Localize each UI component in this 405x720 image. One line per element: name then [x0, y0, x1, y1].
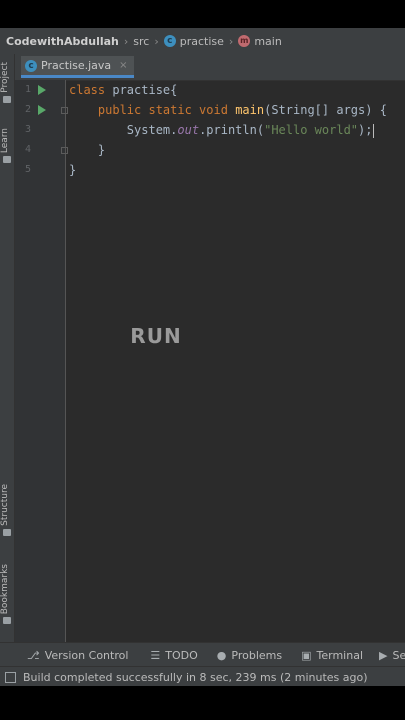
java-class-icon: c	[163, 35, 176, 47]
run-overlay-caption: RUN	[130, 324, 182, 348]
identifier-token: practise{	[105, 83, 178, 97]
tool-todo-label: TODO	[165, 648, 198, 662]
tool-services[interactable]: ▶ Services	[379, 649, 405, 662]
editor-gutter: 1 2 3 4 5	[15, 80, 68, 668]
breadcrumb-project[interactable]: CodewithAbdullah	[6, 35, 119, 48]
code-line-3: System.out.println("Hello world");	[69, 120, 375, 140]
editor-tab-label: Practise.java	[41, 59, 112, 72]
line-number: 1	[24, 84, 31, 95]
close-icon[interactable]: ×	[119, 60, 127, 71]
line-number: 4	[24, 144, 31, 155]
breadcrumb-src[interactable]: src	[133, 35, 149, 48]
tool-problems[interactable]: ● Problems	[217, 649, 282, 662]
breadcrumb-method[interactable]: m main	[238, 34, 282, 48]
breadcrumb-separator: ›	[123, 34, 129, 48]
breadcrumb: CodewithAbdullah › src › c practise › m …	[0, 28, 405, 54]
info-icon: ●	[216, 648, 227, 662]
tool-version-control[interactable]: ⎇ Version Control	[27, 649, 128, 662]
tool-tab-project-label: Project	[0, 62, 10, 93]
learn-icon	[3, 156, 11, 164]
breadcrumb-separator: ›	[228, 34, 234, 48]
keyword-token: public static void	[97, 103, 228, 117]
tool-tab-project[interactable]: Project	[0, 62, 14, 103]
tool-tab-bookmarks-label: Bookmarks	[0, 564, 10, 615]
code-line-2: public static void main(String[] args) {	[69, 100, 387, 120]
terminal-icon: ▣	[301, 648, 312, 662]
line-number: 2	[24, 104, 31, 115]
identifier-token: .println(	[199, 123, 265, 137]
brace-token: }	[69, 143, 106, 157]
tool-terminal-label: Terminal	[316, 648, 364, 662]
status-message[interactable]: Build completed successfully in 8 sec, 2…	[23, 671, 368, 684]
list-icon: ☰	[150, 648, 161, 662]
run-main-icon[interactable]	[38, 105, 46, 115]
tool-todo[interactable]: ☰ TODO	[150, 649, 197, 662]
tool-services-label: Services	[392, 648, 405, 662]
services-icon: ▶	[379, 648, 388, 662]
fold-marker-icon[interactable]	[61, 107, 68, 114]
field-token: out	[177, 123, 200, 137]
text-caret	[373, 123, 375, 138]
bookmark-icon	[3, 617, 11, 625]
tool-terminal[interactable]: ▣ Terminal	[301, 649, 363, 662]
tool-tab-structure[interactable]: Structure	[0, 484, 14, 536]
identifier-token: );	[358, 123, 373, 137]
line-number: 3	[24, 124, 31, 135]
status-bar: Build completed successfully in 8 sec, 2…	[0, 666, 405, 686]
editor-tab-practise-java[interactable]: c Practise.java ×	[21, 56, 134, 78]
editor-tab-bar: c Practise.java ×	[15, 54, 405, 81]
run-class-icon[interactable]	[38, 85, 46, 95]
java-class-icon: c	[25, 59, 37, 72]
params-token: (String[] args) {	[264, 103, 387, 117]
breadcrumb-class[interactable]: c practise	[163, 34, 224, 48]
tool-version-control-label: Version Control	[44, 648, 129, 662]
fold-marker-icon[interactable]	[61, 147, 68, 154]
brace-token: }	[69, 163, 77, 177]
left-tool-strip: Project Learn Structure Bookmarks	[0, 54, 15, 668]
tool-problems-label: Problems	[231, 648, 283, 662]
code-line-5: }	[69, 160, 76, 180]
line-number: 5	[24, 164, 31, 175]
string-token: "Hello world"	[264, 123, 359, 137]
method-name-token: main	[235, 103, 265, 117]
branch-icon: ⎇	[27, 648, 40, 662]
breadcrumb-method-label: main	[254, 34, 282, 48]
code-editor[interactable]: class practise{ public static void main(…	[69, 80, 405, 668]
breadcrumb-separator: ›	[154, 34, 159, 48]
structure-icon	[3, 528, 11, 536]
tool-tab-structure-label: Structure	[0, 484, 10, 526]
folder-icon	[3, 95, 11, 103]
code-line-1: class practise{	[69, 80, 177, 100]
method-icon: m	[238, 35, 251, 47]
tool-tab-learn-label: Learn	[0, 128, 10, 154]
identifier-token: System.	[126, 123, 178, 137]
code-line-4: }	[69, 140, 105, 160]
ide-window: CodewithAbdullah › src › c practise › m …	[0, 28, 405, 686]
bottom-tool-bar: ⎇ Version Control ☰ TODO ● Problems ▣ Te…	[0, 642, 405, 667]
tool-tab-bookmarks[interactable]: Bookmarks	[0, 564, 14, 625]
layout-toggle-icon[interactable]	[5, 671, 16, 683]
breadcrumb-class-label: practise	[179, 34, 224, 48]
tool-tab-learn[interactable]: Learn	[0, 128, 14, 164]
keyword-token: class	[69, 83, 106, 97]
